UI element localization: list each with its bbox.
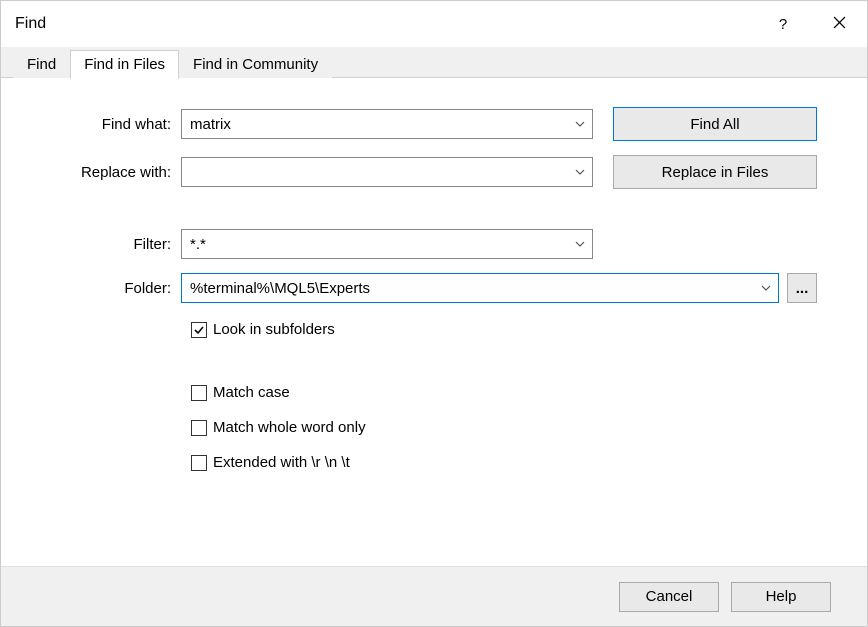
tab-strip: Find Find in Files Find in Community bbox=[1, 47, 867, 79]
filter-input[interactable] bbox=[182, 230, 568, 258]
extended-checkbox[interactable] bbox=[191, 455, 207, 471]
chevron-down-icon[interactable] bbox=[568, 158, 592, 186]
find-what-row: Find what: Find All bbox=[41, 107, 827, 141]
help-button[interactable]: Help bbox=[731, 582, 831, 612]
find-what-combo[interactable] bbox=[181, 109, 593, 139]
replace-with-input[interactable] bbox=[182, 158, 568, 186]
folder-input[interactable] bbox=[182, 274, 754, 302]
help-titlebar-button[interactable]: ? bbox=[755, 1, 811, 47]
extended-row: Extended with \r \n \t bbox=[191, 454, 827, 471]
match-whole-word-label: Match whole word only bbox=[213, 419, 366, 436]
match-case-row: Match case bbox=[191, 384, 827, 401]
close-icon bbox=[833, 16, 846, 33]
cancel-button[interactable]: Cancel bbox=[619, 582, 719, 612]
match-whole-word-checkbox[interactable] bbox=[191, 420, 207, 436]
chevron-down-icon[interactable] bbox=[754, 274, 778, 302]
filter-row: Filter: bbox=[41, 229, 827, 259]
find-what-label: Find what: bbox=[41, 116, 181, 133]
look-in-subfolders-label: Look in subfolders bbox=[213, 321, 335, 338]
titlebar-buttons: ? bbox=[755, 1, 867, 47]
look-in-subfolders-row: Look in subfolders bbox=[191, 321, 827, 338]
find-all-button[interactable]: Find All bbox=[613, 107, 817, 141]
replace-with-row: Replace with: Replace in Files bbox=[41, 155, 827, 189]
folder-row: Folder: ... bbox=[41, 273, 827, 303]
look-in-subfolders-checkbox[interactable] bbox=[191, 322, 207, 338]
filter-label: Filter: bbox=[41, 236, 181, 253]
close-button[interactable] bbox=[811, 1, 867, 47]
titlebar: Find ? bbox=[1, 1, 867, 47]
dialog-footer: Cancel Help bbox=[1, 566, 867, 626]
tab-find-in-community[interactable]: Find in Community bbox=[179, 50, 332, 78]
window-title: Find bbox=[15, 15, 755, 33]
chevron-down-icon[interactable] bbox=[568, 230, 592, 258]
tab-find-in-files[interactable]: Find in Files bbox=[70, 50, 179, 79]
replace-in-files-button[interactable]: Replace in Files bbox=[613, 155, 817, 189]
question-icon: ? bbox=[779, 16, 787, 33]
filter-combo[interactable] bbox=[181, 229, 593, 259]
tab-find[interactable]: Find bbox=[13, 50, 70, 78]
browse-folder-button[interactable]: ... bbox=[787, 273, 817, 303]
dialog-content: Find what: Find All Replace with: Replac… bbox=[1, 79, 867, 566]
extended-label: Extended with \r \n \t bbox=[213, 454, 350, 471]
match-whole-word-row: Match whole word only bbox=[191, 419, 827, 436]
replace-with-combo[interactable] bbox=[181, 157, 593, 187]
find-dialog: Find ? Find Find in Files Find in Commun… bbox=[0, 0, 868, 627]
chevron-down-icon[interactable] bbox=[568, 110, 592, 138]
find-what-input[interactable] bbox=[182, 110, 568, 138]
folder-combo[interactable] bbox=[181, 273, 779, 303]
folder-label: Folder: bbox=[41, 280, 181, 297]
match-case-label: Match case bbox=[213, 384, 290, 401]
replace-with-label: Replace with: bbox=[41, 164, 181, 181]
match-case-checkbox[interactable] bbox=[191, 385, 207, 401]
